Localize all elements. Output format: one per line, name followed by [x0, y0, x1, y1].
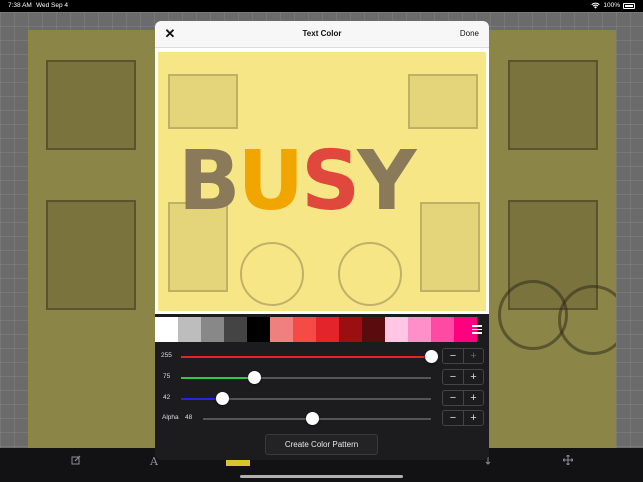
create-color-pattern-button[interactable]: Create Color Pattern [265, 434, 378, 455]
slider-red-track[interactable] [181, 350, 438, 363]
color-swatch[interactable] [431, 317, 454, 342]
status-date: Wed Sep 4 [36, 2, 69, 9]
move-icon[interactable] [560, 454, 576, 470]
preview-letter-y: Y [357, 134, 416, 229]
slider-red-stepper: − + [442, 348, 484, 364]
wifi-icon [591, 2, 601, 9]
slider-alpha-label: Alpha [162, 414, 179, 421]
color-swatch[interactable] [178, 317, 201, 342]
edit-icon[interactable] [68, 454, 84, 470]
plus-button[interactable]: + [462, 349, 483, 363]
slider-alpha-stepper: − + [442, 410, 484, 426]
color-swatch[interactable] [155, 317, 178, 342]
slider-blue-stepper: − + [442, 390, 484, 406]
done-button[interactable]: Done [460, 29, 479, 38]
color-swatch[interactable] [316, 317, 339, 342]
color-swatches [155, 317, 489, 344]
color-swatch[interactable] [247, 317, 270, 342]
preview-letter-b: B [178, 134, 240, 229]
slider-blue-value: 42 [163, 394, 171, 401]
slider-blue-track[interactable] [181, 392, 431, 405]
slider-blue: 42 − + [155, 389, 489, 409]
slider-red-fill [181, 356, 431, 358]
busy-text: B U S Y [178, 134, 468, 229]
modal-title: Text Color [302, 29, 342, 38]
slider-red-value: 255 [161, 352, 172, 359]
slider-alpha-fill [203, 418, 313, 420]
slider-alpha-track[interactable] [203, 412, 431, 425]
plus-button[interactable]: + [462, 370, 483, 384]
battery-icon [623, 2, 635, 9]
slider-alpha-value: 48 [185, 414, 193, 421]
color-swatch[interactable] [201, 317, 224, 342]
slider-green-track[interactable] [181, 371, 431, 384]
text-preview: B U S Y [158, 52, 486, 311]
preview-letter-u: U [237, 134, 305, 229]
plus-button[interactable]: + [462, 411, 483, 425]
battery-percent: 100% [603, 2, 620, 9]
preview-letter-s: S [301, 134, 360, 229]
slider-alpha-knob[interactable] [305, 412, 319, 425]
menu-icon[interactable] [472, 325, 482, 334]
color-swatch[interactable] [385, 317, 408, 342]
preview-frame: B U S Y [155, 48, 489, 314]
slider-green: 75 − + [155, 368, 489, 388]
modal-header: ✕ Text Color Done [155, 21, 489, 48]
status-bar: 7:38 AM Wed Sep 4 100% [0, 0, 643, 12]
minus-button[interactable]: − [443, 370, 463, 384]
plus-button[interactable]: + [462, 391, 483, 405]
color-swatch[interactable] [362, 317, 385, 342]
slider-alpha: Alpha 48 − + [155, 409, 489, 429]
slider-green-stepper: − + [442, 369, 484, 385]
slider-red: 255 − + [155, 347, 489, 367]
color-swatch[interactable] [408, 317, 431, 342]
slider-green-fill [181, 377, 255, 379]
color-swatch[interactable] [339, 317, 362, 342]
minus-button[interactable]: − [443, 411, 463, 425]
slider-green-knob[interactable] [248, 371, 261, 384]
home-indicator[interactable] [240, 475, 403, 478]
color-swatch[interactable] [293, 317, 316, 342]
status-right: 100% [591, 2, 635, 9]
slider-green-value: 75 [163, 373, 171, 380]
text-color-modal: ✕ Text Color Done B U S Y 255 − + 75 − +… [155, 21, 489, 460]
status-time: 7:38 AM [8, 2, 32, 9]
slider-blue-knob[interactable] [215, 392, 229, 405]
minus-button[interactable]: − [443, 391, 463, 405]
minus-button[interactable]: − [443, 349, 463, 363]
color-swatch[interactable] [270, 317, 293, 342]
slider-red-knob[interactable] [424, 350, 438, 363]
color-swatch[interactable] [224, 317, 247, 342]
